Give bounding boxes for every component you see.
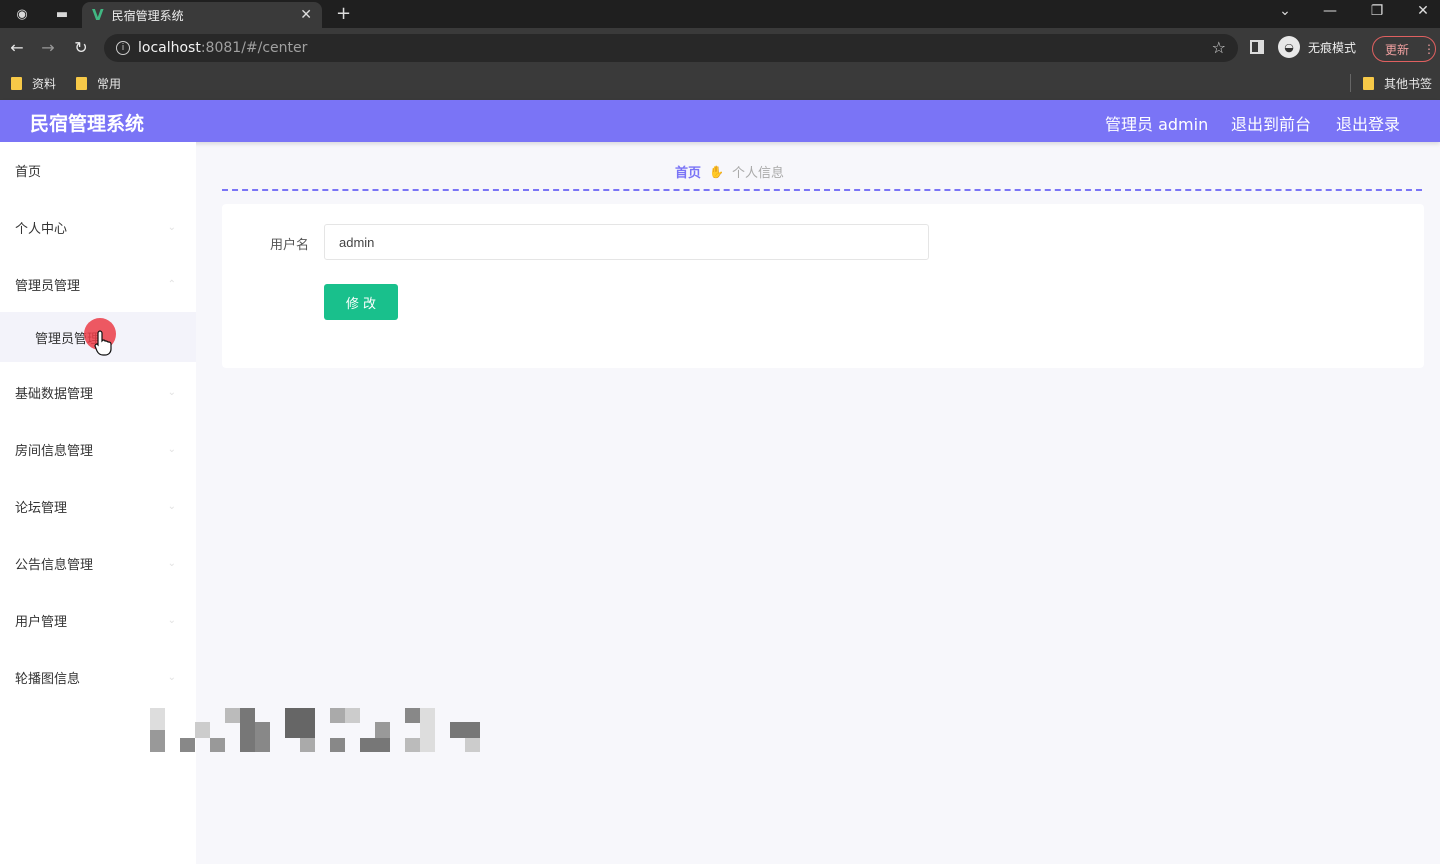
url-input[interactable]: i localhost:8081/#/center ☆ [104,34,1238,62]
browser-tab-bar: ◉ ▬ V 民宿管理系统 ✕ + ⌄ — ❐ ✕ [0,0,1440,28]
chevron-down-icon: ⌄ [167,386,176,398]
url-path: :8081/#/center [200,40,308,56]
bookmark-label: 常用 [97,77,122,91]
forward-icon[interactable]: → [37,38,59,57]
chevron-up-icon: ⌃ [167,278,176,290]
close-tab-icon[interactable]: ✕ [300,7,312,23]
username-input[interactable] [324,224,929,260]
chevron-down-icon: ⌄ [167,671,176,683]
more-menu-icon: ⋮ [1423,42,1435,56]
url-host: localhost [138,40,201,56]
bookmark-folder[interactable]: 资料 [11,75,56,92]
sidebar-item-home[interactable]: 首页 [0,145,196,195]
restore-icon[interactable]: ❐ [1367,3,1387,19]
logout-link[interactable]: 退出登录 [1336,111,1400,135]
sidebar-item-label: 用户管理 [15,614,68,630]
sidebar-item-users[interactable]: 用户管理 ⌄ [0,595,196,645]
username-label: 用户名 [270,238,310,253]
tab-search-icon[interactable]: ▬ [52,4,72,24]
breadcrumb-separator-icon: ✋ [709,164,724,179]
reload-icon[interactable]: ↻ [70,38,92,57]
sidebar-item-label: 基础数据管理 [15,386,94,402]
sidebar-item-label: 管理员管理 [15,278,81,294]
update-button[interactable]: 更新 ⋮ [1372,36,1436,62]
modify-button[interactable]: 修 改 [324,284,398,320]
sidebar-item-label: 个人中心 [15,221,68,237]
other-bookmarks[interactable]: 其他书签 [1363,75,1432,92]
chevron-down-icon: ⌄ [167,557,176,569]
incognito-icon: ◒ [1278,36,1300,58]
close-window-icon[interactable]: ✕ [1413,3,1433,19]
sidebar-item-label: 轮播图信息 [15,671,81,687]
sidebar-item-label: 论坛管理 [15,500,68,516]
breadcrumb-current: 个人信息 [731,166,784,181]
back-to-front-link[interactable]: 退出到前台 [1231,111,1311,135]
sidebar-item-room-info[interactable]: 房间信息管理 ⌄ [0,424,196,474]
vue-logo-icon: V [92,6,104,24]
tab-list-icon[interactable]: ⌄ [1275,3,1295,19]
back-icon[interactable]: ← [6,38,28,57]
other-bookmarks-label: 其他书签 [1384,77,1433,91]
browser-globe-icon[interactable]: ◉ [12,4,32,24]
chevron-down-icon: ⌄ [167,221,176,233]
breadcrumb-divider [222,189,1422,191]
browser-tab[interactable]: V 民宿管理系统 ✕ [82,2,322,28]
breadcrumb: 首页 ✋ 个人信息 [675,162,784,182]
sidebar-item-carousel[interactable]: 轮播图信息 ⌄ [0,652,196,702]
current-user: 管理员 admin [1105,115,1209,134]
incognito-indicator[interactable]: ◒ 无痕模式 [1278,36,1356,58]
minimize-icon[interactable]: — [1320,3,1340,19]
update-label: 更新 [1385,42,1410,57]
sidebar-item-announcements[interactable]: 公告信息管理 ⌄ [0,538,196,588]
sidebar-item-label: 房间信息管理 [15,443,94,459]
folder-icon [11,77,22,90]
sidebar-item-base-data[interactable]: 基础数据管理 ⌄ [0,367,196,417]
chevron-down-icon: ⌄ [167,614,176,626]
bookmark-separator [1350,74,1351,92]
site-info-icon[interactable]: i [116,41,130,55]
profile-form-card: 用户名 修 改 [222,204,1424,368]
sidebar-item-label: 首页 [15,164,42,180]
folder-icon [1363,77,1374,90]
hand-cursor-icon [94,330,112,356]
breadcrumb-home[interactable]: 首页 [675,162,701,181]
side-panel-icon[interactable] [1250,40,1264,54]
folder-icon [76,77,87,90]
bookmark-star-icon[interactable]: ☆ [1212,38,1226,57]
sidebar-item-label: 公告信息管理 [15,557,94,573]
new-tab-icon[interactable]: + [336,3,351,24]
sidebar-item-admin-management[interactable]: 管理员管理 ⌃ [0,259,196,309]
app-header: 民宿管理系统 管理员 admin 退出到前台 退出登录 [0,100,1440,142]
bookmarks-bar: 资料 常用 其他书签 [0,68,1440,100]
bookmark-label: 资料 [32,77,57,91]
app-title: 民宿管理系统 [30,113,145,135]
sidebar-item-forum[interactable]: 论坛管理 ⌄ [0,481,196,531]
tab-title: 民宿管理系统 [111,8,184,23]
sidebar-menu: 首页 个人中心 ⌄ 管理员管理 ⌃ 管理员管理 基础数据管理 ⌄ 房间信息管理 … [0,142,196,864]
sidebar-item-personal-center[interactable]: 个人中心 ⌄ [0,202,196,252]
chevron-down-icon: ⌄ [167,443,176,455]
address-bar: ← → ↻ i localhost:8081/#/center ☆ ◒ 无痕模式… [0,28,1440,68]
chevron-down-icon: ⌄ [167,500,176,512]
incognito-label: 无痕模式 [1308,40,1357,55]
bookmark-folder[interactable]: 常用 [76,75,121,92]
